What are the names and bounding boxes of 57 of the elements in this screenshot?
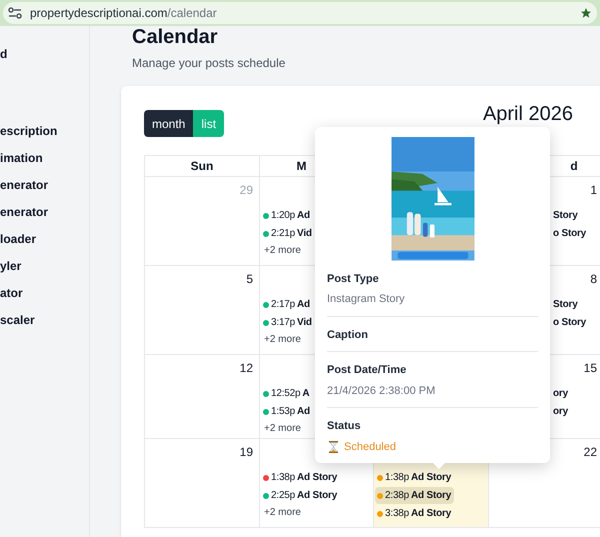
sidebar-item[interactable]: d <box>0 46 89 73</box>
sidebar-item[interactable]: imation <box>0 150 89 177</box>
more-link[interactable]: +2 more <box>261 505 301 520</box>
url-text: propertydescriptionai.com/calendar <box>30 5 217 22</box>
calendar-event[interactable]: o Story <box>551 225 590 242</box>
calendar-event[interactable]: 2:21p Vid <box>261 225 315 242</box>
column-header: M <box>296 158 308 175</box>
field-label: Post Type <box>327 272 380 286</box>
sidebar-item[interactable]: enerator <box>0 204 89 231</box>
calendar-event[interactable]: 1:20p Ad <box>261 207 313 224</box>
page-subtitle: Manage your posts schedule <box>132 55 286 72</box>
page-title: Calendar <box>132 26 219 48</box>
calendar-event[interactable]: o Story <box>551 314 590 331</box>
column-header: d <box>569 158 578 175</box>
sidebar-item[interactable]: escription <box>0 123 89 150</box>
calendar-event[interactable]: 2:17p Ad <box>261 296 313 313</box>
calendar-event[interactable]: 1:53p Ad <box>261 403 313 420</box>
calendar-event[interactable]: Story <box>551 296 581 313</box>
day-number: 5 <box>246 271 253 288</box>
more-link[interactable]: +2 more <box>261 421 301 436</box>
field-label: Caption <box>327 328 369 342</box>
day-number: 8 <box>590 271 597 288</box>
day-number: 15 <box>584 360 597 377</box>
day-number: 12 <box>240 360 253 377</box>
calendar-event[interactable]: 2:38p Ad Story <box>375 487 454 504</box>
star-icon[interactable] <box>580 7 592 19</box>
sidebar-item[interactable]: yler <box>0 258 89 285</box>
day-number: 19 <box>240 444 253 461</box>
day-number: 22 <box>584 444 597 461</box>
site-settings-icon[interactable] <box>8 7 22 19</box>
calendar-event[interactable]: 3:38p Ad Story <box>375 505 454 522</box>
calendar-event[interactable]: ory <box>551 385 571 402</box>
column-header: Sun <box>190 158 214 175</box>
field-value: Instagram Story <box>327 292 406 307</box>
hourglass-icon <box>329 440 338 453</box>
calendar-event[interactable]: 1:38p Ad Story <box>261 469 340 486</box>
more-link[interactable]: +2 more <box>261 243 301 258</box>
field-label: Status <box>327 419 362 434</box>
calendar-event[interactable]: 12:52p A <box>261 385 312 402</box>
calendar-event[interactable]: Story <box>551 207 581 224</box>
address-bar[interactable]: propertydescriptionai.com/calendar <box>3 2 597 24</box>
day-number: 1 <box>590 182 597 199</box>
calendar-event[interactable]: 1:38p Ad Story <box>375 469 454 486</box>
calendar-event[interactable]: 3:17p Vid <box>261 314 315 331</box>
view-tab[interactable]: month <box>144 110 194 137</box>
more-link[interactable]: +2 more <box>261 332 301 347</box>
sidebar-item[interactable]: enerator <box>0 177 89 204</box>
sidebar-item[interactable]: ator <box>0 285 89 312</box>
field-value: 21/4/2026 2:38:00 PM <box>327 384 436 398</box>
calendar-event[interactable]: 2:25p Ad Story <box>261 487 340 504</box>
day-number: 29 <box>240 182 253 199</box>
calendar-title: April 2026 <box>482 104 573 124</box>
sidebar-item[interactable]: loader <box>0 231 89 258</box>
sidebar-item[interactable]: scaler <box>0 312 89 339</box>
field-label: Post Date/Time <box>327 363 408 378</box>
status-text: Scheduled <box>344 440 396 454</box>
calendar-event[interactable]: ory <box>551 403 571 420</box>
